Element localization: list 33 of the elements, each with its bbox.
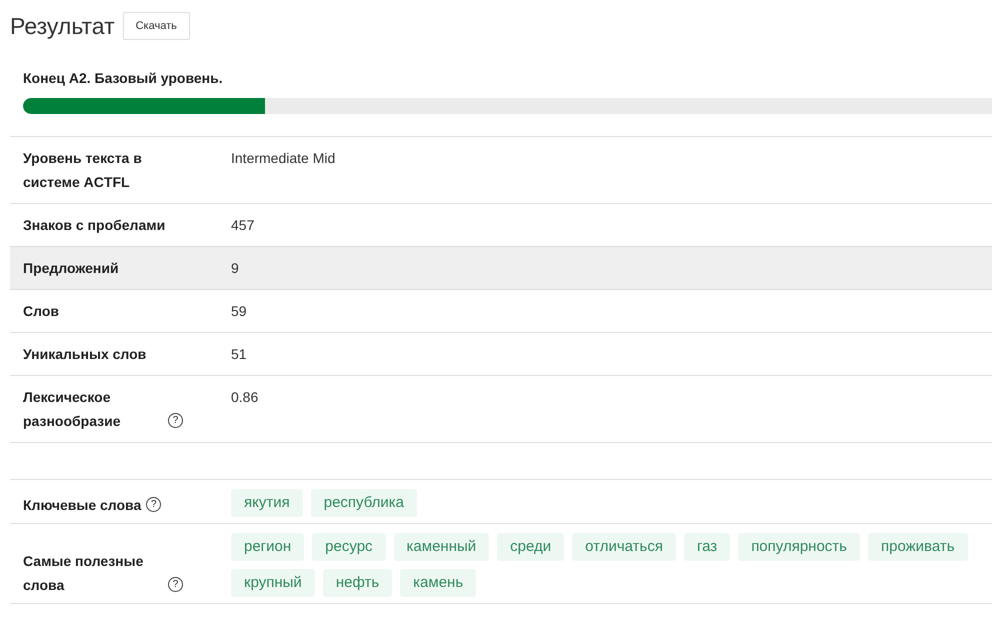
download-button[interactable]: Скачать: [122, 12, 190, 40]
stat-label: Уникальных слов: [23, 345, 146, 364]
level-label: Конец A2. Базовый уровень.: [23, 70, 224, 86]
stat-value: 9: [231, 259, 239, 278]
word-tag[interactable]: республика: [310, 489, 417, 517]
help-icon[interactable]: ?: [168, 577, 183, 592]
stat-label: Лексическое разнообразие: [23, 388, 122, 431]
word-tag[interactable]: крупный: [231, 569, 315, 597]
word-tag[interactable]: нефть: [322, 569, 392, 597]
help-icon[interactable]: ?: [168, 413, 183, 428]
stat-value: 51: [231, 345, 247, 364]
stat-label: Предложений: [23, 259, 119, 278]
help-icon[interactable]: ?: [146, 497, 162, 512]
stat-value: Intermediate Mid: [231, 149, 336, 168]
word-tag[interactable]: среди: [497, 533, 564, 561]
word-group-label: Самые полезные слова: [23, 552, 144, 595]
stat-label: Знаков с пробелами: [23, 216, 166, 235]
word-tag[interactable]: якутия: [231, 489, 303, 517]
word-group-label: Ключевые слова: [23, 496, 142, 515]
stat-value: 457: [231, 216, 254, 235]
stat-label: Уровень текста в системе ACTFL: [23, 149, 143, 192]
word-tag[interactable]: каменный: [394, 533, 490, 561]
stat-value: 0.86: [231, 388, 258, 407]
stat-value: 59: [231, 302, 247, 321]
word-tag[interactable]: регион: [231, 533, 304, 561]
word-tag[interactable]: газ: [684, 533, 730, 561]
word-tag[interactable]: камень: [400, 569, 476, 597]
stat-label: Слов: [23, 302, 59, 321]
word-tag[interactable]: отличаться: [572, 533, 676, 561]
page-title: Результат: [10, 12, 115, 40]
word-tag[interactable]: ресурс: [312, 533, 386, 561]
word-tag[interactable]: проживать: [868, 533, 968, 561]
word-tag[interactable]: популярность: [738, 533, 860, 561]
